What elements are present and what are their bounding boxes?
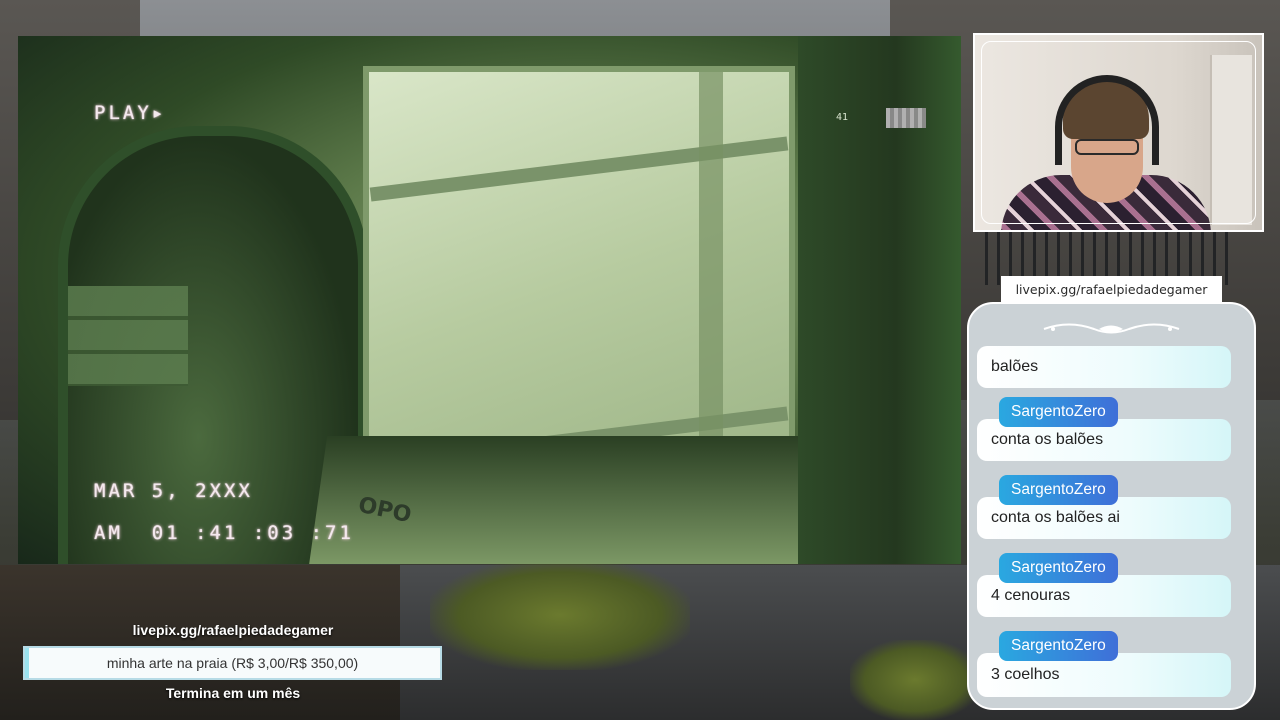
goal-label: minha arte na praia (R$ 3,00/R$ 350,00)	[106, 655, 359, 671]
background-moss	[850, 640, 980, 720]
game-capture: PLAY▸ MAR 5, 2XXX AM 01 :41 :03 :71 41 O…	[18, 36, 961, 564]
chat-message-text: balões	[977, 346, 1231, 388]
vhs-timestamp: AM 01 :41 :03 :71	[94, 522, 354, 544]
goal-progress-fill	[25, 648, 29, 678]
chat-username[interactable]: SargentoZero	[999, 397, 1118, 427]
frame-counter: 41	[836, 112, 849, 123]
doorway	[798, 36, 961, 564]
goal-deadline: Termina em um mês	[165, 685, 301, 701]
vhs-play-indicator: PLAY▸	[94, 102, 167, 124]
chat-message-list: balões conta os balões SargentoZero cont…	[969, 304, 1254, 708]
goal-livepix-url[interactable]: livepix.gg/rafaelpiedadegamer	[24, 622, 442, 638]
crate-plank	[369, 136, 789, 202]
signal-indicator	[886, 108, 926, 128]
chat-username[interactable]: SargentoZero	[999, 631, 1118, 661]
shelf	[68, 286, 188, 386]
background-moss	[430, 560, 690, 670]
livepix-link[interactable]: livepix.gg/rafaelpiedadegamer	[1001, 276, 1222, 302]
chat-panel: balões conta os balões SargentoZero cont…	[967, 302, 1256, 710]
chat-username[interactable]: SargentoZero	[999, 475, 1118, 505]
vhs-date: MAR 5, 2XXX	[94, 480, 253, 502]
webcam-overlay	[973, 33, 1264, 232]
goal-progress-bar: minha arte na praia (R$ 3,00/R$ 350,00)	[23, 646, 442, 680]
chat-username[interactable]: SargentoZero	[999, 553, 1118, 583]
webcam-decorative-frame	[981, 41, 1256, 224]
